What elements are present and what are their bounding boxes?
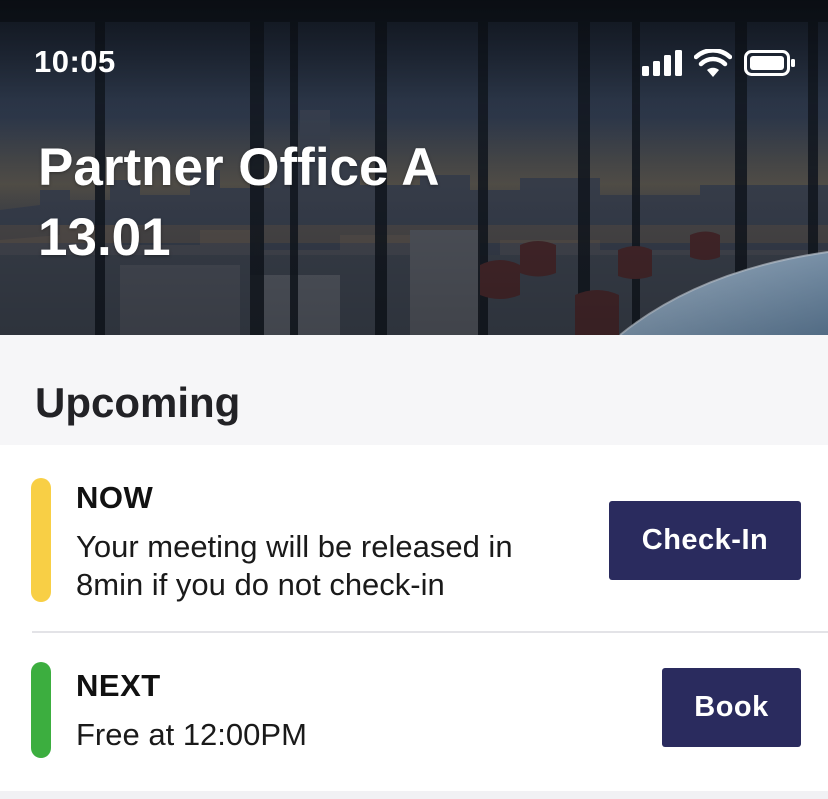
status-icons (642, 48, 796, 78)
battery-icon (744, 50, 795, 76)
bottom-strip (0, 791, 828, 799)
status-bar: 10:05 (0, 0, 828, 120)
status-indicator-now (31, 478, 51, 602)
room-title: Partner Office A 13.01 (38, 133, 738, 273)
room-number: 13.01 (38, 208, 171, 267)
status-indicator-next (31, 662, 51, 758)
book-button[interactable]: Book (662, 668, 801, 747)
section-title: Upcoming (35, 379, 241, 426)
item-label: NEXT (76, 668, 161, 703)
room-screen: 10:05 Partner Office A 13.01 Upcoming NO… (0, 0, 828, 799)
upcoming-list: NOW Your meeting will be released in 8mi… (0, 445, 828, 791)
cellular-signal-icon (642, 50, 682, 76)
item-description: Free at 12:00PM (76, 717, 307, 752)
check-in-button[interactable]: Check-In (609, 501, 801, 580)
list-item-next: NEXT Free at 12:00PM Book (0, 632, 828, 791)
hero-banner: 10:05 Partner Office A 13.01 (0, 0, 828, 335)
item-description: Your meeting will be released in 8min if… (76, 529, 513, 602)
wifi-icon (694, 49, 732, 77)
item-label: NOW (76, 480, 154, 515)
list-item-now: NOW Your meeting will be released in 8mi… (0, 445, 828, 633)
room-name: Partner Office A (38, 138, 440, 197)
status-time: 10:05 (34, 44, 116, 79)
upcoming-header: Upcoming (0, 335, 828, 445)
